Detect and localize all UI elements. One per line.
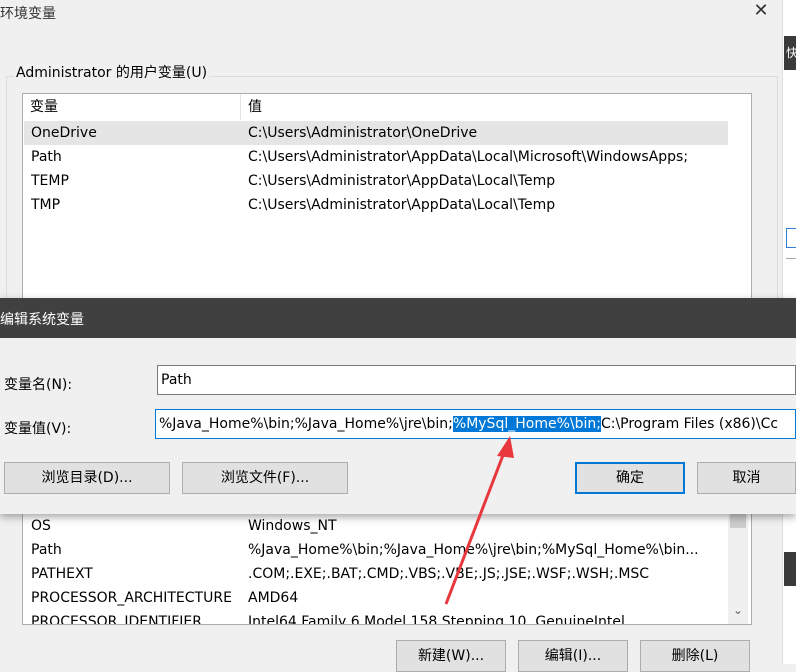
edit-button[interactable]: 编辑(I)... bbox=[518, 640, 628, 672]
browse-directory-button[interactable]: 浏览目录(D)... bbox=[4, 462, 170, 494]
dialog-title: 编辑系统变量 bbox=[0, 312, 84, 328]
var-name: Path bbox=[31, 149, 62, 165]
list-item[interactable]: TMP C:\Users\Administrator\AppData\Local… bbox=[24, 193, 728, 217]
var-name: TMP bbox=[31, 197, 61, 213]
close-icon[interactable]: ✕ bbox=[750, 0, 772, 22]
scrollbar-thumb[interactable] bbox=[730, 514, 746, 528]
var-value: Windows_NT bbox=[248, 518, 337, 534]
list-item[interactable]: PROCESSOR_ARCHITECTURE AMD64 bbox=[24, 586, 728, 610]
browse-file-button[interactable]: 浏览文件(F)... bbox=[182, 462, 348, 494]
list-item[interactable]: PROCESSOR_IDENTIFIER Intel64 Family 6 Mo… bbox=[24, 610, 728, 625]
column-header-value[interactable]: 值 bbox=[241, 94, 749, 120]
value-text-after: C:\Program Files (x86)\Cc bbox=[600, 416, 779, 432]
edit-variable-dialog: 编辑系统变量 变量名(N): Path 变量值(V): %Java_Home%\… bbox=[0, 298, 796, 514]
system-vars-list[interactable]: OS Windows_NT Path %Java_Home%\bin;%Java… bbox=[22, 514, 752, 625]
var-name: PROCESSOR_IDENTIFIER bbox=[31, 614, 202, 625]
column-header-name[interactable]: 变量 bbox=[23, 94, 241, 120]
background-label: 快 bbox=[786, 46, 796, 60]
var-value: %Java_Home%\bin;%Java_Home%\jre\bin;%MyS… bbox=[248, 542, 699, 558]
var-name: PROCESSOR_ARCHITECTURE bbox=[31, 590, 232, 606]
var-value: C:\Users\Administrator\OneDrive bbox=[248, 125, 478, 141]
user-vars-list[interactable]: 变量 值 OneDrive C:\Users\Administrator\One… bbox=[22, 93, 752, 305]
var-name: Path bbox=[31, 542, 62, 558]
user-vars-group-label: Administrator 的用户变量(U) bbox=[14, 62, 210, 82]
delete-button[interactable]: 删除(L) bbox=[640, 640, 750, 672]
background-dark-block-bottom bbox=[784, 552, 796, 586]
var-name: OS bbox=[31, 518, 51, 534]
background-dark-block: 快 bbox=[784, 36, 796, 70]
var-name: PATHEXT bbox=[31, 566, 93, 582]
list-item[interactable]: PATHEXT .COM;.EXE;.BAT;.CMD;.VBS;.VBE;.J… bbox=[24, 562, 728, 586]
var-value: AMD64 bbox=[248, 590, 299, 606]
var-value: C:\Users\Administrator\AppData\Local\Mic… bbox=[248, 149, 689, 165]
value-text-before: %Java_Home%\bin;%Java_Home%\jre\bin; bbox=[159, 416, 453, 432]
var-value: C:\Users\Administrator\AppData\Local\Tem… bbox=[248, 197, 556, 213]
variable-value-input[interactable]: %Java_Home%\bin;%Java_Home%\jre\bin;%MyS… bbox=[155, 409, 796, 439]
dialog-titlebar bbox=[0, 298, 796, 338]
list-item[interactable]: OneDrive C:\Users\Administrator\OneDrive bbox=[24, 121, 728, 145]
cancel-button[interactable]: 取消 bbox=[697, 462, 796, 494]
ok-button[interactable]: 确定 bbox=[575, 462, 685, 494]
var-value: Intel64 Family 6 Model 158 Stepping 10, … bbox=[248, 614, 625, 625]
value-text-selected: %MySql_Home%\bin; bbox=[452, 416, 601, 432]
background-divider bbox=[786, 258, 796, 259]
var-value: .COM;.EXE;.BAT;.CMD;.VBS;.VBE;.JS;.JSE;.… bbox=[248, 566, 650, 582]
variable-name-text: Path bbox=[161, 372, 192, 388]
list-item[interactable]: Path %Java_Home%\bin;%Java_Home%\jre\bin… bbox=[24, 538, 728, 562]
env-window-title: 环境变量 bbox=[0, 6, 56, 22]
var-name: OneDrive bbox=[31, 125, 97, 141]
variable-name-input[interactable]: Path bbox=[157, 365, 796, 395]
list-item[interactable]: OS Windows_NT bbox=[24, 514, 728, 538]
var-value: C:\Users\Administrator\AppData\Local\Tem… bbox=[248, 173, 556, 189]
list-item[interactable]: Path C:\Users\Administrator\AppData\Loca… bbox=[24, 145, 728, 169]
var-name: TEMP bbox=[31, 173, 69, 189]
chevron-down-icon[interactable]: ⌄ bbox=[728, 598, 748, 622]
list-item[interactable]: TEMP C:\Users\Administrator\AppData\Loca… bbox=[24, 169, 728, 193]
variable-value-label: 变量值(V): bbox=[4, 421, 72, 437]
variable-name-label: 变量名(N): bbox=[4, 377, 73, 393]
new-button[interactable]: 新建(W)... bbox=[396, 640, 506, 672]
background-input-edge bbox=[786, 228, 796, 248]
